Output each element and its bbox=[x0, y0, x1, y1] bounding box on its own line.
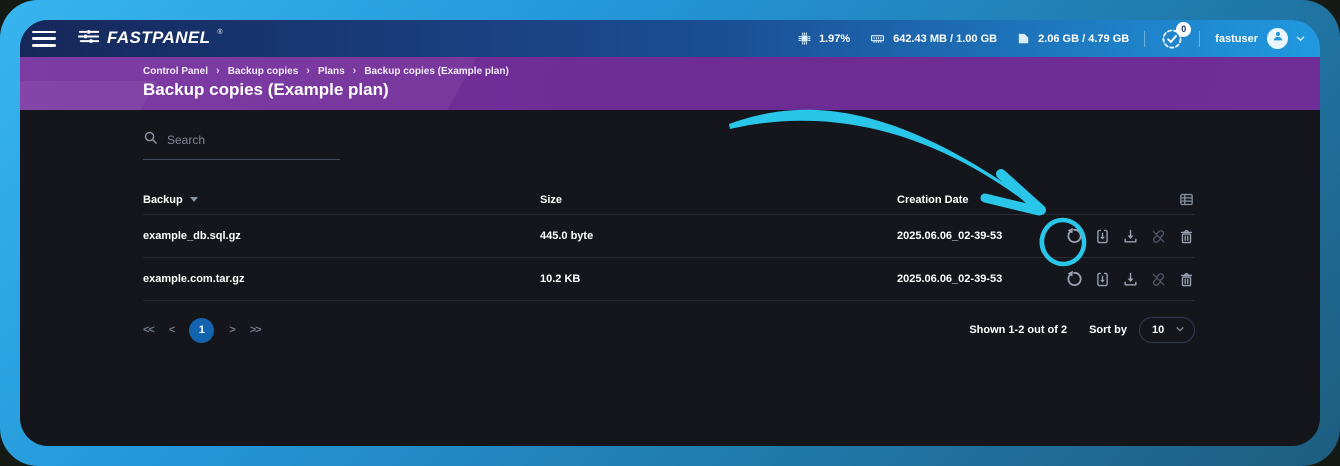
logo-text: FASTPANEL bbox=[107, 28, 210, 48]
top-bar: FASTPANEL ® 1.97% 642.43 MB / 1.00 GB bbox=[20, 20, 1320, 57]
breadcrumb-current[interactable]: Backup copies (Example plan) bbox=[364, 66, 509, 77]
delete-icon[interactable] bbox=[1178, 271, 1195, 288]
backup-creation-date: 2025.06.06_02-39-53 bbox=[897, 230, 1043, 242]
username-label: fastuser bbox=[1215, 33, 1258, 45]
last-page-button[interactable]: >> bbox=[250, 324, 261, 336]
cpu-usage-stat: 1.97% bbox=[797, 31, 850, 46]
breadcrumb-control-panel[interactable]: Control Panel bbox=[143, 66, 208, 77]
backup-name: example_db.sql.gz bbox=[143, 230, 540, 242]
table-row: example.com.tar.gz 10.2 KB 2025.06.06_02… bbox=[143, 258, 1195, 301]
breadcrumb-separator: › bbox=[216, 65, 220, 77]
page-header-band: Control Panel › Backup copies › Plans › … bbox=[20, 57, 1320, 110]
breadcrumb-backup-copies[interactable]: Backup copies bbox=[228, 66, 299, 77]
cpu-usage-value: 1.97% bbox=[819, 33, 850, 45]
notifications-count-badge: 0 bbox=[1176, 22, 1191, 37]
page-title: Backup copies (Example plan) bbox=[143, 80, 1320, 100]
restore-icon[interactable] bbox=[1065, 227, 1083, 245]
ram-usage-value: 642.43 MB / 1.00 GB bbox=[893, 33, 997, 45]
delete-icon[interactable] bbox=[1178, 228, 1195, 245]
backup-name: example.com.tar.gz bbox=[143, 273, 540, 285]
column-header-size[interactable]: Size bbox=[540, 194, 897, 206]
sort-by-label: Sort by bbox=[1089, 324, 1127, 336]
tasks-status-button[interactable]: 0 bbox=[1160, 27, 1184, 51]
logo-registered-mark: ® bbox=[217, 29, 222, 36]
download-icon[interactable] bbox=[1122, 228, 1139, 245]
user-menu-chevron-down-icon[interactable] bbox=[1295, 33, 1306, 44]
backups-table: Backup Size Creation Date example_db.sql… bbox=[143, 185, 1195, 301]
person-icon bbox=[1271, 29, 1285, 48]
sort-descending-icon[interactable] bbox=[190, 197, 198, 202]
file-download-icon[interactable] bbox=[1094, 228, 1111, 245]
per-page-value: 10 bbox=[1152, 324, 1164, 336]
ram-usage-stat: 642.43 MB / 1.00 GB bbox=[869, 31, 997, 46]
disk-usage-stat: 2.06 GB / 4.79 GB bbox=[1016, 31, 1129, 46]
app-window: FASTPANEL ® 1.97% 642.43 MB / 1.00 GB bbox=[20, 20, 1320, 446]
select-chevron-down-icon bbox=[1175, 321, 1185, 339]
table-row: example_db.sql.gz 445.0 byte 2025.06.06_… bbox=[143, 215, 1195, 258]
table-header-row: Backup Size Creation Date bbox=[143, 185, 1195, 215]
user-avatar[interactable] bbox=[1267, 28, 1288, 49]
download-icon[interactable] bbox=[1122, 271, 1139, 288]
prev-page-button[interactable]: < bbox=[169, 324, 174, 336]
breadcrumb-separator: › bbox=[306, 65, 310, 77]
per-page-select[interactable]: 10 bbox=[1139, 317, 1195, 343]
ram-icon bbox=[869, 31, 886, 46]
search-icon bbox=[143, 130, 158, 150]
breadcrumb-separator: › bbox=[353, 65, 357, 77]
fastpanel-logo[interactable]: FASTPANEL ® bbox=[78, 28, 223, 50]
topbar-divider bbox=[1144, 31, 1145, 47]
backup-size: 10.2 KB bbox=[540, 273, 897, 285]
column-header-creation-date[interactable]: Creation Date bbox=[897, 194, 1043, 206]
first-page-button[interactable]: << bbox=[143, 324, 154, 336]
breadcrumb: Control Panel › Backup copies › Plans › … bbox=[143, 65, 1320, 77]
unlink-icon bbox=[1150, 271, 1167, 288]
pagination-bar: << < 1 > >> Shown 1-2 out of 2 Sort by 1… bbox=[143, 317, 1195, 343]
shown-summary: Shown 1-2 out of 2 bbox=[969, 324, 1067, 336]
topbar-divider bbox=[1199, 31, 1200, 47]
backup-creation-date: 2025.06.06_02-39-53 bbox=[897, 273, 1043, 285]
next-page-button[interactable]: > bbox=[229, 324, 234, 336]
current-page-button[interactable]: 1 bbox=[189, 318, 214, 343]
disk-usage-value: 2.06 GB / 4.79 GB bbox=[1038, 33, 1129, 45]
search-field[interactable] bbox=[143, 130, 340, 160]
column-header-backup[interactable]: Backup bbox=[143, 194, 183, 206]
restore-icon[interactable] bbox=[1065, 270, 1083, 288]
table-columns-settings-icon[interactable] bbox=[1178, 191, 1195, 208]
menu-icon[interactable] bbox=[32, 31, 56, 47]
disk-icon bbox=[1016, 31, 1031, 46]
main-content: Backup Size Creation Date example_db.sql… bbox=[20, 110, 1320, 343]
sliders-icon bbox=[78, 28, 100, 50]
breadcrumb-plans[interactable]: Plans bbox=[318, 66, 345, 77]
search-input[interactable] bbox=[167, 133, 327, 147]
unlink-icon bbox=[1150, 228, 1167, 245]
clock-check-icon bbox=[1160, 38, 1184, 55]
pagination: << < 1 > >> bbox=[143, 318, 261, 343]
backup-size: 445.0 byte bbox=[540, 230, 897, 242]
file-download-icon[interactable] bbox=[1094, 271, 1111, 288]
cpu-icon bbox=[797, 31, 812, 46]
